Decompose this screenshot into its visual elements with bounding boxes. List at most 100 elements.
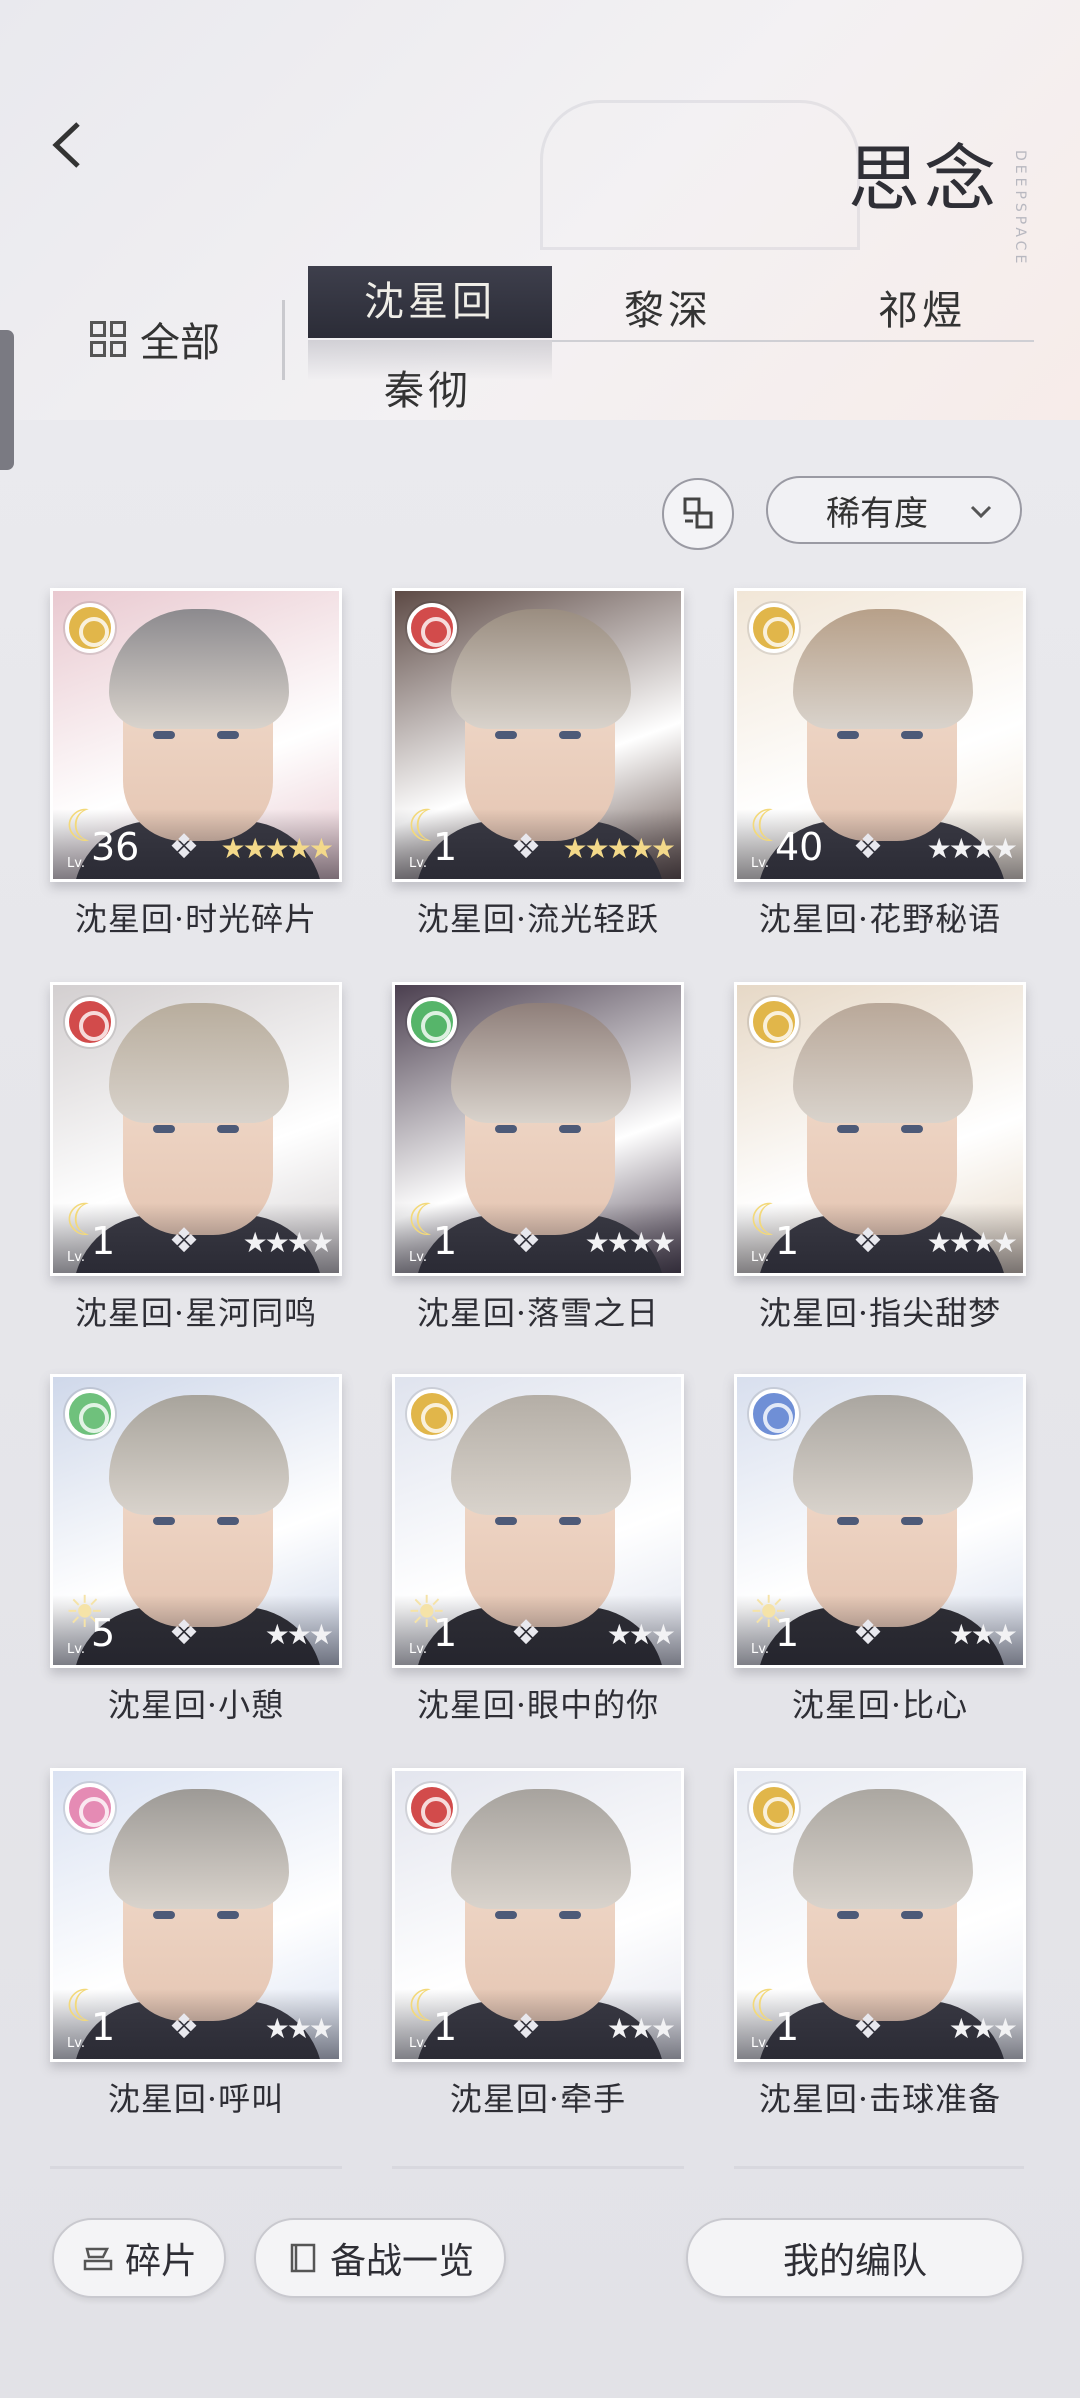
sort-toggle-icon: [683, 497, 713, 529]
my-team-label: 我的编队: [782, 2241, 927, 2282]
memory-card[interactable]: ☾ Lv. 40 ❖ ★★★★ 沈星回·花野秘语: [734, 588, 1026, 938]
fragments-button[interactable]: 碎片: [52, 2218, 226, 2298]
level-label: Lv.: [409, 2036, 428, 2051]
sort-order-button[interactable]: [662, 478, 734, 550]
portrait-hair: [451, 1003, 631, 1123]
crest-icon: ❖: [168, 2007, 200, 2047]
fragments-icon: [83, 2247, 113, 2271]
card-portrait: ☾ Lv. 1 ❖ ★★★: [50, 1768, 342, 2062]
portrait-hair: [793, 1003, 973, 1123]
chevron-left-icon: [52, 122, 80, 168]
tab-qin-che[interactable]: 秦彻: [384, 358, 472, 416]
card-name: 沈星回·指尖甜梦: [758, 1294, 1002, 1332]
crest-icon: ❖: [168, 827, 200, 867]
sort-dropdown[interactable]: 稀有度: [766, 476, 1022, 544]
list-bottom-divider: [50, 2166, 1024, 2169]
level-label: Lv.: [67, 1642, 86, 1657]
card-name: 沈星回·呼叫: [107, 2080, 285, 2118]
element-badge-icon: [65, 1389, 115, 1439]
level-number: 1: [775, 2005, 800, 2049]
card-portrait: ☀ Lv. 5 ❖ ★★★: [50, 1374, 342, 1668]
card-portrait: ☾ Lv. 1 ❖ ★★★★★: [392, 588, 684, 882]
grid-icon: [90, 321, 126, 357]
rarity-stars: ★★★★: [584, 1226, 676, 1259]
memory-card[interactable]: ☾ Lv. 1 ❖ ★★★★★ 沈星回·流光轻跃: [392, 588, 684, 938]
card-name: 沈星回·比心: [791, 1686, 969, 1724]
level-label: Lv.: [409, 856, 428, 871]
portrait-hair: [451, 609, 631, 729]
memory-card[interactable]: ☾ Lv. 1 ❖ ★★★ 沈星回·牵手: [392, 1768, 684, 2118]
filter-all-button[interactable]: 全部: [90, 310, 220, 368]
card-name: 沈星回·花野秘语: [758, 900, 1002, 938]
memory-card[interactable]: ☾ Lv. 1 ❖ ★★★ 沈星回·呼叫: [50, 1768, 342, 2118]
rarity-stars: ★★★: [606, 2012, 676, 2045]
level-number: 1: [91, 2005, 116, 2049]
card-portrait: ☾ Lv. 1 ❖ ★★★★: [734, 982, 1026, 1276]
tab-underline: [552, 340, 1034, 342]
element-badge-icon: [407, 1783, 457, 1833]
prep-overview-label: 备战一览: [329, 2241, 474, 2282]
rarity-stars: ★★★: [606, 1618, 676, 1651]
level-label: Lv.: [751, 1642, 770, 1657]
element-badge-icon: [749, 1389, 799, 1439]
rarity-stars: ★★★: [948, 2012, 1018, 2045]
portrait-hair: [793, 609, 973, 729]
memory-card[interactable]: ☾ Lv. 1 ❖ ★★★ 沈星回·击球准备: [734, 1768, 1026, 2118]
level-number: 1: [775, 1219, 800, 1263]
tab-li-shen[interactable]: 黎深: [624, 278, 712, 336]
memory-card[interactable]: ☾ Lv. 36 ❖ ★★★★★ 沈星回·时光碎片: [50, 588, 342, 938]
crest-icon: ❖: [168, 1221, 200, 1261]
prep-overview-button[interactable]: 备战一览: [254, 2218, 506, 2298]
card-name: 沈星回·击球准备: [758, 2080, 1002, 2118]
card-name: 沈星回·落雪之日: [416, 1294, 660, 1332]
crest-icon: ❖: [510, 827, 542, 867]
portrait-hair: [451, 1789, 631, 1909]
level-number: 1: [433, 1611, 458, 1655]
card-portrait: ☾ Lv. 1 ❖ ★★★★: [50, 982, 342, 1276]
portrait-hair: [793, 1395, 973, 1515]
portrait-eyes: [153, 1125, 245, 1135]
edge-handle[interactable]: [0, 330, 14, 470]
card-portrait: ☀ Lv. 1 ❖ ★★★: [734, 1374, 1026, 1668]
level-label: Lv.: [751, 2036, 770, 2051]
sort-dropdown-label: 稀有度: [826, 493, 928, 534]
card-name: 沈星回·星河同鸣: [74, 1294, 318, 1332]
level-label: Lv.: [751, 1250, 770, 1265]
card-name: 沈星回·时光碎片: [74, 900, 318, 938]
crest-icon: ❖: [852, 2007, 884, 2047]
element-badge-icon: [65, 997, 115, 1047]
filter-divider: [282, 300, 285, 380]
portrait-eyes: [153, 1911, 245, 1921]
rarity-stars: ★★★: [264, 1618, 334, 1651]
element-badge-icon: [407, 997, 457, 1047]
memory-card[interactable]: ☀ Lv. 1 ❖ ★★★ 沈星回·比心: [734, 1374, 1026, 1724]
level-number: 1: [433, 2005, 458, 2049]
portrait-eyes: [153, 731, 245, 741]
tab-qi-yu[interactable]: 祁煜: [878, 278, 966, 336]
level-label: Lv.: [751, 856, 770, 871]
memory-card[interactable]: ☾ Lv. 1 ❖ ★★★★ 沈星回·指尖甜梦: [734, 982, 1026, 1332]
memory-card[interactable]: ☀ Lv. 5 ❖ ★★★ 沈星回·小憩: [50, 1374, 342, 1724]
level-label: Lv.: [67, 2036, 86, 2051]
crest-icon: ❖: [510, 2007, 542, 2047]
book-icon: [290, 2243, 316, 2273]
tab-shen-xinghui[interactable]: 沈星回: [308, 266, 552, 338]
portrait-hair: [109, 1789, 289, 1909]
portrait-eyes: [153, 1517, 245, 1527]
memory-card[interactable]: ☾ Lv. 1 ❖ ★★★★ 沈星回·星河同鸣: [50, 982, 342, 1332]
portrait-hair: [109, 1395, 289, 1515]
level-number: 1: [775, 1611, 800, 1655]
level-label: Lv.: [67, 1250, 86, 1265]
card-name: 沈星回·小憩: [107, 1686, 285, 1724]
crest-icon: ❖: [852, 1613, 884, 1653]
memory-card[interactable]: ☾ Lv. 1 ❖ ★★★★ 沈星回·落雪之日: [392, 982, 684, 1332]
memory-card[interactable]: ☀ Lv. 1 ❖ ★★★ 沈星回·眼中的你: [392, 1374, 684, 1724]
back-button[interactable]: [48, 120, 88, 170]
my-team-button[interactable]: 我的编队: [686, 2218, 1024, 2298]
portrait-hair: [793, 1789, 973, 1909]
element-badge-icon: [749, 603, 799, 653]
level-number: 1: [433, 825, 458, 869]
level-label: Lv.: [67, 856, 86, 871]
chevron-down-icon: [970, 505, 992, 519]
card-portrait: ☾ Lv. 1 ❖ ★★★: [734, 1768, 1026, 2062]
